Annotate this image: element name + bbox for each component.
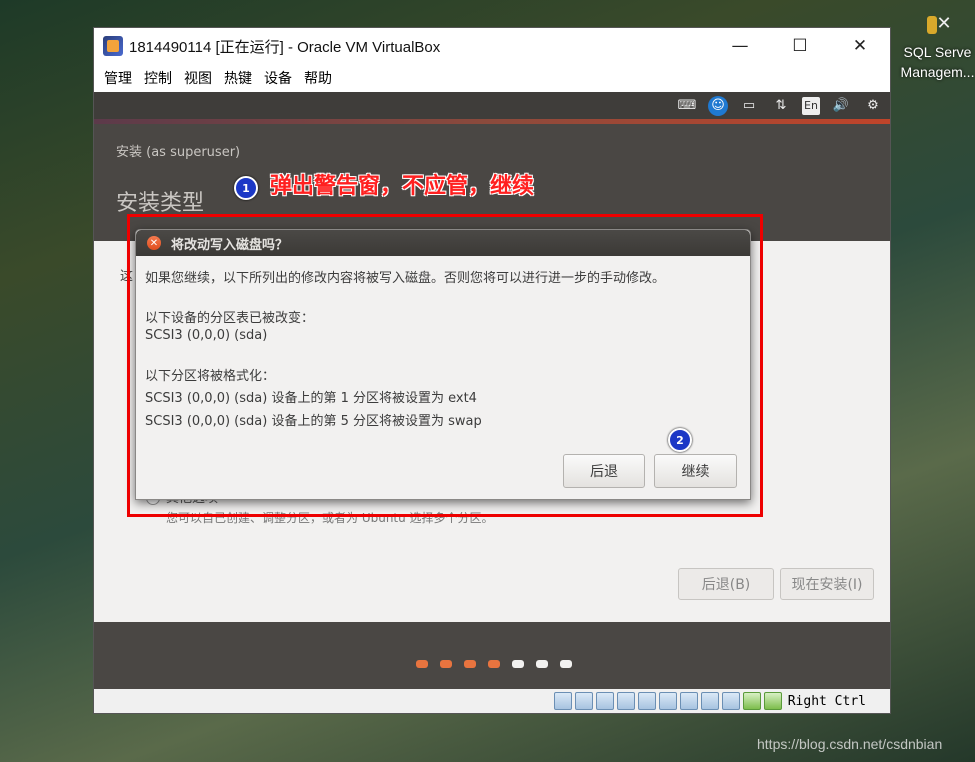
network-icon[interactable]: ⇅ — [770, 97, 792, 115]
close-button[interactable]: ✕ — [830, 28, 890, 64]
step-marker-2: 2 — [668, 428, 692, 452]
menu-control[interactable]: 控制 — [138, 68, 178, 88]
volume-icon[interactable]: 🔊 — [830, 97, 852, 115]
guest-additions-icon[interactable] — [742, 692, 761, 710]
title-bar[interactable]: 1814490114 [正在运行] - Oracle VM VirtualBox… — [94, 28, 890, 64]
menu-devices[interactable]: 设备 — [258, 68, 298, 88]
watermark: https://blog.csdn.net/csdnbian — [757, 736, 943, 752]
usb-icon[interactable] — [637, 692, 656, 710]
minimize-button[interactable]: — — [710, 28, 770, 64]
virtualbox-status-bar: Right Ctrl — [94, 689, 890, 713]
settings-gear-icon[interactable]: ⚙ — [862, 97, 884, 115]
maximize-button[interactable]: ☐ — [770, 28, 830, 64]
annotation-note: 弹出警告窗，不应管，继续 — [270, 174, 535, 199]
mouse-integration-icon[interactable] — [763, 692, 782, 710]
progress-dots — [416, 660, 572, 668]
menu-manage[interactable]: 管理 — [98, 68, 138, 88]
progress-dot — [416, 660, 428, 668]
progress-dot — [512, 660, 524, 668]
progress-dot — [560, 660, 572, 668]
menu-hotkey[interactable]: 热键 — [218, 68, 258, 88]
hard-disk-icon[interactable] — [553, 692, 572, 710]
virtualbox-app-icon — [103, 36, 123, 56]
desktop-shortcut-sql-server[interactable]: ✕ SQL Serve Managem... — [900, 14, 975, 82]
install-now-button[interactable]: 现在安装(I) — [780, 568, 874, 600]
battery-icon[interactable]: ▭ — [738, 97, 760, 115]
virtualization-icon[interactable] — [721, 692, 740, 710]
video-capture-icon[interactable] — [700, 692, 719, 710]
sql-server-icon: ✕ — [925, 14, 952, 38]
language-indicator[interactable]: En — [802, 96, 820, 115]
installer-title: 安装类型 — [116, 191, 205, 216]
desktop-shortcut-label-1: SQL Serve — [903, 44, 972, 60]
keyboard-icon[interactable]: ⌨ — [676, 97, 698, 115]
progress-dot — [536, 660, 548, 668]
menu-bar: 管理 控制 视图 热键 设备 帮助 — [94, 64, 890, 92]
window-title: 1814490114 [正在运行] - Oracle VM VirtualBox — [129, 38, 441, 56]
display-icon[interactable] — [679, 692, 698, 710]
installer-footer — [94, 622, 890, 689]
network-adapter-icon[interactable] — [616, 692, 635, 710]
desktop-shortcut-label-2: Managem... — [900, 64, 975, 80]
guest-accent-bar — [94, 119, 890, 124]
installer-back-button[interactable]: 后退(B) — [678, 568, 774, 600]
guest-top-panel: ⌨ ☺ ▭ ⇅ En 🔊 ⚙ — [94, 92, 890, 119]
shared-folders-icon[interactable] — [658, 692, 677, 710]
menu-view[interactable]: 视图 — [178, 68, 218, 88]
step-marker-1: 1 — [234, 176, 258, 200]
installer-subtitle: 安装 (as superuser) — [116, 145, 241, 160]
progress-dot — [440, 660, 452, 668]
progress-dot — [488, 660, 500, 668]
highlight-box — [127, 214, 763, 517]
audio-icon[interactable] — [595, 692, 614, 710]
host-key-label: Right Ctrl — [787, 693, 866, 709]
progress-dot — [464, 660, 476, 668]
menu-help[interactable]: 帮助 — [298, 68, 338, 88]
optical-drive-icon[interactable] — [574, 692, 593, 710]
accessibility-icon[interactable]: ☺ — [708, 95, 728, 116]
